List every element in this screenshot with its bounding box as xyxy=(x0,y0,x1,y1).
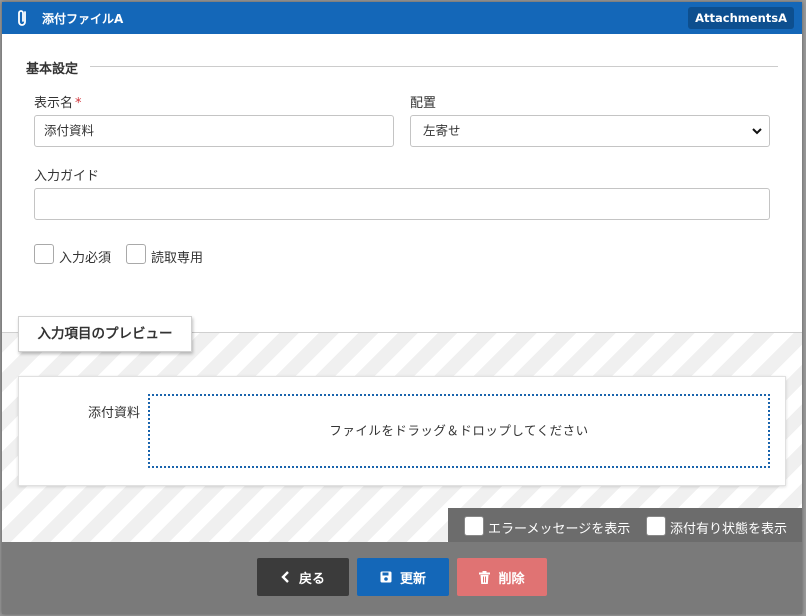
delete-button[interactable]: 削除 xyxy=(457,558,547,596)
update-button-label: 更新 xyxy=(399,571,426,587)
file-dropzone[interactable]: ファイルをドラッグ＆ドロップしてください xyxy=(148,394,770,468)
titlebar: 添付ファイルA AttachmentsA xyxy=(2,2,802,34)
display-name-label: 表示名 * xyxy=(34,92,82,111)
back-button-label: 戻る xyxy=(298,571,325,587)
field-code-badge: AttachmentsA xyxy=(688,7,794,29)
readonly-checkbox[interactable] xyxy=(126,244,146,264)
input-guide-input[interactable] xyxy=(34,188,770,220)
show-attached-label: 添付有り状態を表示 xyxy=(670,522,788,537)
section-title: 基本設定 xyxy=(26,62,79,77)
display-name-input[interactable]: 添付資料 xyxy=(34,115,394,147)
preview-options-bar: エラーメッセージを表示 添付有り状態を表示 xyxy=(448,508,802,544)
alignment-label: 配置 xyxy=(410,96,437,111)
update-button[interactable]: 更新 xyxy=(357,558,449,596)
required-mark: * xyxy=(75,96,82,111)
trash-icon xyxy=(479,570,491,584)
preview-tab: 入力項目のプレビュー xyxy=(18,316,192,352)
show-error-checkbox[interactable] xyxy=(464,516,484,536)
dialog-title: 添付ファイルA xyxy=(42,12,124,26)
display-name-label-text: 表示名 xyxy=(34,96,74,111)
back-button[interactable]: 戻る xyxy=(257,558,349,596)
required-checkbox[interactable] xyxy=(34,244,54,264)
paperclip-icon xyxy=(18,10,26,26)
preview-field-label: 添付資料 xyxy=(88,406,141,421)
alignment-selected-value: 左寄せ xyxy=(423,123,461,138)
show-error-label: エラーメッセージを表示 xyxy=(488,522,631,537)
show-attached-checkbox[interactable] xyxy=(646,516,666,536)
readonly-checkbox-label: 読取専用 xyxy=(151,251,204,266)
save-icon xyxy=(380,571,392,583)
dialog: 添付ファイルA AttachmentsA 基本設定 表示名 * 添付資料 配置 左… xyxy=(2,2,802,614)
section-divider xyxy=(90,66,778,67)
delete-button-label: 削除 xyxy=(498,571,525,587)
required-checkbox-label: 入力必須 xyxy=(59,251,112,266)
chevron-left-icon xyxy=(281,571,289,583)
alignment-select[interactable]: 左寄せ xyxy=(410,115,770,147)
input-guide-label: 入力ガイド xyxy=(34,169,100,184)
chevron-down-icon xyxy=(752,128,762,135)
